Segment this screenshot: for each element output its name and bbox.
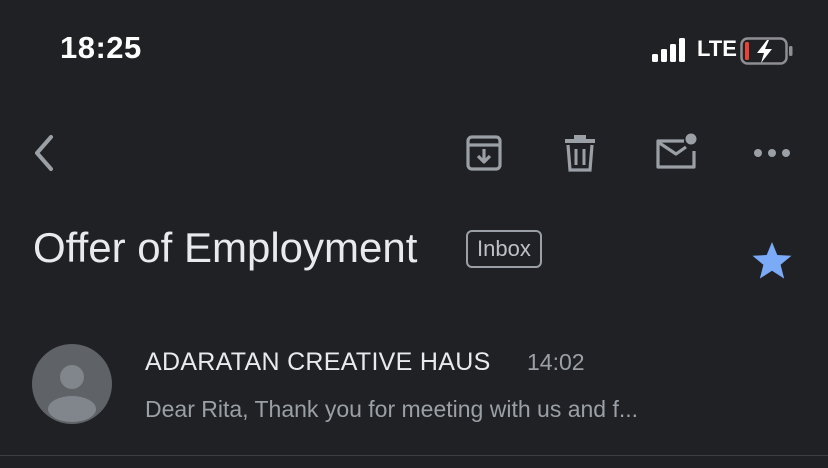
mark-unread-button[interactable]: [650, 130, 702, 176]
subject-row: Offer of Employment Inbox: [0, 220, 828, 284]
chevron-left-icon: [35, 135, 53, 171]
archive-icon: [466, 135, 502, 171]
email-toolbar: [0, 120, 828, 190]
back-button[interactable]: [22, 130, 66, 176]
message-time: 14:02: [527, 349, 585, 375]
status-bar: 18:25 LTE: [0, 0, 828, 100]
trash-icon: [565, 135, 595, 172]
star-icon: [752, 242, 792, 279]
sender-name: ADARATAN CREATIVE HAUS: [145, 348, 491, 376]
mail-unread-icon: [656, 133, 697, 169]
battery-charging-icon: [740, 37, 793, 65]
divider: [0, 455, 828, 456]
message-snippet: Dear Rita, Thank you for meeting with us…: [145, 396, 639, 422]
star-button[interactable]: [748, 238, 796, 284]
more-options-button[interactable]: [746, 130, 798, 176]
status-time: 18:25: [60, 30, 142, 65]
network-type: LTE: [697, 36, 737, 61]
message-header[interactable]: ADARATAN CREATIVE HAUS 14:02 Dear Rita, …: [0, 332, 828, 454]
inbox-label-badge[interactable]: Inbox: [466, 230, 542, 268]
signal-strength-icon: [652, 38, 685, 62]
delete-button[interactable]: [556, 130, 604, 176]
sender-avatar[interactable]: [32, 344, 112, 424]
person-icon: [48, 365, 96, 422]
email-subject: Offer of Employment: [33, 224, 418, 271]
archive-button[interactable]: [460, 130, 508, 176]
more-horizontal-icon: [754, 149, 790, 157]
